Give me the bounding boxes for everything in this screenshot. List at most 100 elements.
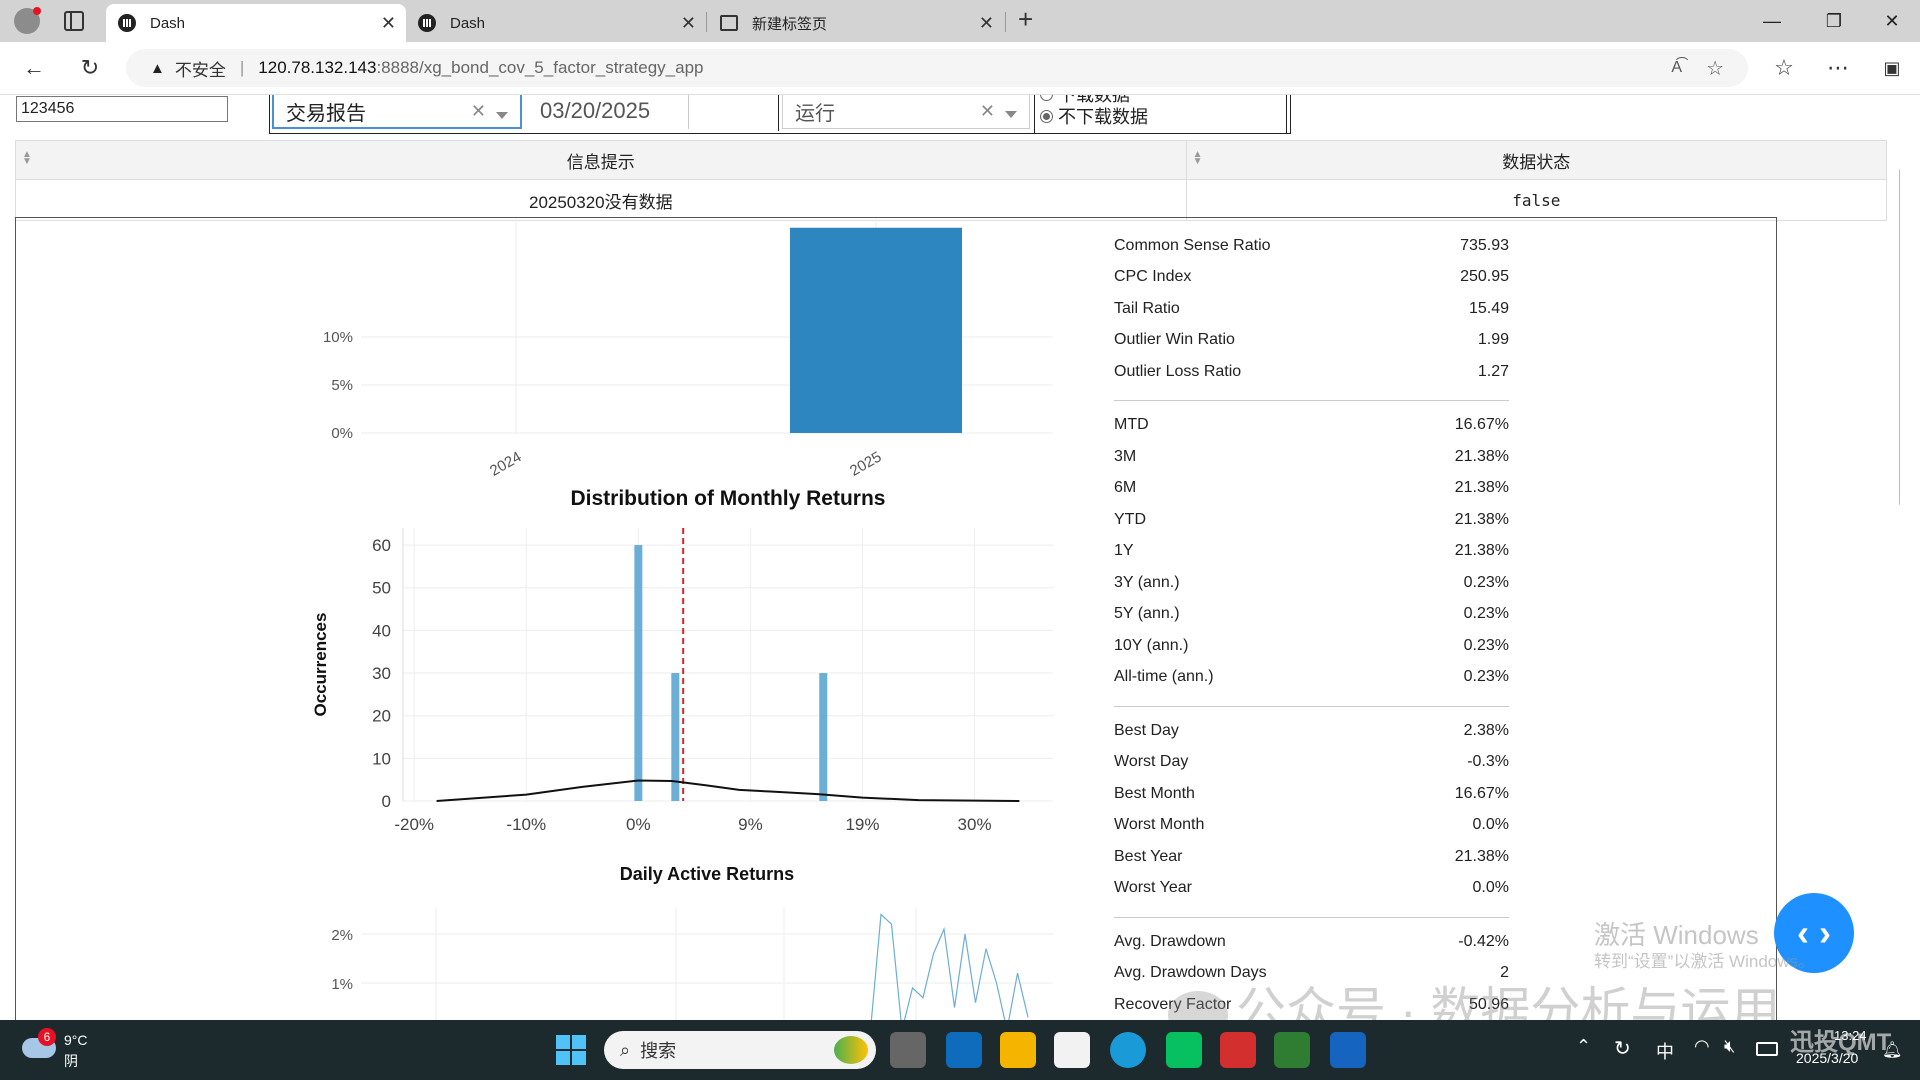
minimize-icon[interactable]: —: [1744, 0, 1800, 42]
file-explorer-icon[interactable]: [1000, 1032, 1036, 1068]
wechat-app-icon[interactable]: [1166, 1032, 1202, 1068]
section-divider: [1114, 916, 1509, 918]
report-type-dropdown[interactable]: 交易报告 ✕: [272, 95, 522, 129]
read-aloud-icon[interactable]: A͡: [1671, 59, 1682, 77]
section-divider: [1114, 400, 1509, 401]
metric-value: 0.23%: [1463, 636, 1509, 654]
close-window-icon[interactable]: ✕: [1864, 0, 1920, 42]
x-tick-label: 2024: [487, 448, 524, 479]
clear-selection-icon[interactable]: ✕: [980, 101, 995, 122]
radio-no-download[interactable]: 不下载数据: [1040, 105, 1148, 127]
new-tab-page-icon: [720, 15, 738, 31]
tab-close-icon[interactable]: ✕: [979, 13, 994, 34]
metric-row: Worst Day -0.3%: [1114, 753, 1509, 779]
tab-new-tab[interactable]: 新建标签页 ✕: [708, 4, 1004, 42]
metric-row: MTD 16.67%: [1114, 416, 1509, 442]
taskbar-search-box[interactable]: ⌕ 搜索: [604, 1031, 876, 1069]
volume-muted-icon[interactable]: 🔇︎: [1724, 1036, 1735, 1057]
sort-icon[interactable]: ▲ ▼: [22, 150, 32, 167]
start-button-icon[interactable]: [556, 1035, 586, 1065]
y-tick-label: 0%: [331, 425, 353, 442]
metric-name: Best Year: [1114, 847, 1183, 865]
y-tick-label: 40: [372, 621, 391, 640]
metric-name: CPC Index: [1114, 268, 1192, 285]
action-value: 运行: [795, 102, 835, 125]
trading-app-icon[interactable]: [1330, 1032, 1366, 1068]
action-dropdown[interactable]: 运行 ✕: [782, 95, 1030, 129]
new-tab-plus-icon[interactable]: +: [1018, 4, 1033, 35]
metric-name: 1Y: [1114, 542, 1134, 559]
security-label[interactable]: 不安全: [175, 56, 226, 81]
clock-time[interactable]: 13:24: [1834, 1028, 1867, 1043]
favorites-bar-icon[interactable]: ☆: [1768, 52, 1800, 84]
wifi-icon[interactable]: ◠: [1694, 1036, 1710, 1057]
metric-name: 3Y (ann.): [1114, 573, 1180, 591]
metric-name: Worst Year: [1114, 879, 1192, 896]
tab-close-icon[interactable]: ✕: [681, 13, 696, 34]
url-path: :8888/xg_bond_cov_5_factor_strategy_app: [376, 58, 704, 77]
address-bar-row: ← ↻ ▲ 不安全 | 120.78.132.143 :8888/xg_bond…: [0, 42, 1920, 95]
metric-row: Best Day 2.38%: [1114, 722, 1509, 748]
tab-close-icon[interactable]: ✕: [381, 13, 396, 34]
chevron-down-icon[interactable]: [1005, 111, 1017, 118]
weather-badge: 6: [38, 1028, 56, 1046]
metric-row: Worst Year 0.0%: [1114, 879, 1509, 905]
outlook-icon[interactable]: [946, 1032, 982, 1068]
y-tick-label: 0: [382, 792, 391, 811]
column-header-status[interactable]: ▲ ▼ 数据状态: [1185, 140, 1888, 180]
weather-temp: 9°C: [64, 1032, 88, 1048]
metric-name: 10Y (ann.): [1114, 636, 1189, 654]
tab-dash-2[interactable]: Dash ✕: [406, 4, 706, 42]
metric-name: 6M: [1114, 479, 1137, 496]
battery-icon[interactable]: [1756, 1042, 1778, 1056]
metric-row: 6M 21.38%: [1114, 479, 1509, 505]
edge-browser-icon[interactable]: [1110, 1032, 1146, 1068]
x-tick-label: 19%: [845, 815, 879, 834]
url-field[interactable]: ▲ 不安全 | 120.78.132.143 :8888/xg_bond_cov…: [126, 49, 1748, 87]
tray-chevron-up-icon[interactable]: ⌃: [1576, 1036, 1591, 1057]
chevron-down-icon[interactable]: [496, 112, 508, 119]
y-tick-label: 30: [372, 664, 391, 683]
restore-icon[interactable]: ❐: [1806, 0, 1862, 42]
metric-value: -0.3%: [1467, 753, 1509, 770]
more-menu-icon[interactable]: ⋯: [1822, 52, 1854, 84]
sort-icon[interactable]: ▲ ▼: [1193, 150, 1203, 167]
metric-value: 2.38%: [1463, 721, 1509, 739]
clear-selection-icon[interactable]: ✕: [471, 101, 486, 122]
page-scrollbar-thumb[interactable]: [1899, 167, 1900, 507]
dash-favicon-icon: [418, 14, 436, 32]
back-arrow-icon[interactable]: ←: [18, 52, 50, 84]
y-tick-label: 20: [372, 707, 391, 726]
ime-indicator[interactable]: 中: [1656, 1038, 1674, 1064]
clock-date[interactable]: 2025/3/20: [1796, 1050, 1858, 1066]
favorite-star-icon[interactable]: ☆: [1706, 56, 1724, 81]
tab-actions-icon[interactable]: [64, 11, 84, 31]
remote-desktop-icon[interactable]: [1274, 1032, 1310, 1068]
y-tick-label: 10%: [323, 329, 353, 346]
y-tick-label: 1%: [331, 976, 353, 993]
metric-row: 3M 21.38%: [1114, 448, 1509, 474]
reload-icon[interactable]: ↻: [74, 52, 106, 84]
metric-name: Best Month: [1114, 784, 1195, 802]
store-icon[interactable]: [1054, 1032, 1090, 1068]
download-radio-group: 下载数据 不下载数据: [1040, 95, 1148, 127]
weather-widget[interactable]: 6 9°C 阴: [22, 1028, 132, 1072]
sync-icon[interactable]: ↻: [1614, 1036, 1631, 1061]
metric-row: All-time (ann.) 0.23%: [1114, 668, 1509, 694]
tab-title: Dash: [450, 14, 486, 32]
profile-avatar-icon[interactable]: [14, 7, 41, 34]
metric-row: Avg. Drawdown -0.42%: [1114, 933, 1509, 959]
metric-name: Outlier Win Ratio: [1114, 331, 1235, 348]
metric-value: 250.95: [1460, 268, 1509, 285]
tab-dash-1[interactable]: Dash ✕: [106, 4, 406, 42]
date-picker[interactable]: 03/20/2025: [524, 95, 689, 129]
metric-value: 16.67%: [1454, 416, 1509, 433]
daily-returns-line: [870, 913, 1029, 1020]
y-tick-label: 2%: [331, 927, 353, 944]
account-input[interactable]: 123456: [16, 96, 228, 122]
task-view-icon[interactable]: [890, 1032, 926, 1068]
column-header-info[interactable]: ▲ ▼ 信息提示: [15, 140, 1187, 180]
notification-bell-icon[interactable]: 🔔︎: [1882, 1040, 1902, 1060]
sidebar-toggle-icon[interactable]: ▣: [1876, 52, 1908, 84]
wps-icon[interactable]: [1220, 1032, 1256, 1068]
